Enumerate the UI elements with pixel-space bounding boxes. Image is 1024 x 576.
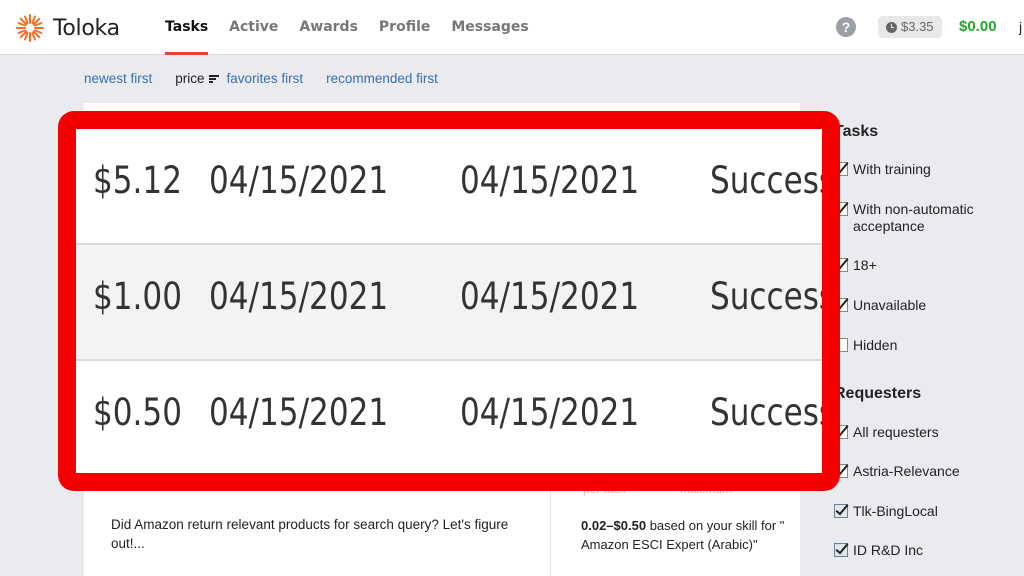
toloka-sun-icon bbox=[16, 14, 44, 42]
sort-price-link[interactable]: price bbox=[175, 71, 219, 86]
filter-with-training[interactable]: With training bbox=[834, 161, 931, 178]
pending-balance-value: $3.35 bbox=[901, 19, 934, 34]
account-balance[interactable]: $0.00 bbox=[959, 18, 997, 35]
payment-date-created: 04/15/2021 bbox=[209, 275, 389, 318]
user-menu[interactable]: j bbox=[1019, 19, 1022, 35]
filter-requester-astria[interactable]: Astria-Relevance bbox=[834, 463, 960, 480]
sort-recommended-link[interactable]: recommended first bbox=[326, 71, 438, 86]
payment-amount: $5.12 bbox=[93, 159, 182, 202]
tasks-filter-heading: Tasks bbox=[834, 123, 879, 140]
filter-requester-tlk-binglocal[interactable]: Tlk-BingLocal bbox=[834, 503, 938, 520]
nav-tab-tasks[interactable]: Tasks bbox=[165, 0, 209, 55]
top-bar: Toloka Tasks Active Awards Profile Messa… bbox=[0, 0, 1024, 55]
payment-status: Success bbox=[710, 159, 836, 202]
filter-requester-id-rd[interactable]: ID R&D Inc bbox=[834, 542, 923, 559]
task-pay-range: 0.02–$0.50 bbox=[581, 518, 647, 533]
payments-highlight-box: $5.12 04/15/2021 04/15/2021 Success $1.0… bbox=[58, 111, 840, 491]
filter-label: Astria-Relevance bbox=[853, 463, 960, 479]
payment-date-created: 04/15/2021 bbox=[209, 159, 389, 202]
payment-status: Success bbox=[710, 391, 836, 434]
filter-all-requesters[interactable]: All requesters bbox=[834, 424, 939, 441]
payment-date-completed: 04/15/2021 bbox=[460, 391, 640, 434]
filter-unavailable[interactable]: Unavailable bbox=[834, 297, 926, 314]
filter-label: With non-automatic acceptance bbox=[853, 201, 974, 234]
checkbox[interactable] bbox=[834, 543, 848, 557]
filter-label: ID R&D Inc bbox=[853, 542, 924, 558]
filter-label: With training bbox=[853, 161, 931, 177]
nav-tab-active[interactable]: Active bbox=[229, 0, 278, 55]
payment-row: $0.50 04/15/2021 04/15/2021 Success bbox=[76, 361, 822, 473]
task-description: Did Amazon return relevant products for … bbox=[111, 517, 509, 551]
nav-tab-profile[interactable]: Profile bbox=[379, 0, 430, 55]
help-icon[interactable]: ? bbox=[836, 17, 856, 37]
app-logo[interactable]: Toloka bbox=[14, 12, 120, 44]
payment-row: $5.12 04/15/2021 04/15/2021 Success bbox=[76, 129, 822, 245]
requesters-filter-heading: Requesters bbox=[834, 385, 922, 402]
payment-amount: $1.00 bbox=[93, 275, 182, 318]
sort-price-label: price bbox=[175, 71, 205, 86]
payment-row: $1.00 04/15/2021 04/15/2021 Success bbox=[76, 245, 822, 361]
filter-label: Unavailable bbox=[853, 297, 927, 313]
sort-newest-link[interactable]: newest first bbox=[84, 71, 152, 86]
sort-options: newest first price favorites first recom… bbox=[84, 71, 461, 86]
filter-hidden[interactable]: Hidden bbox=[834, 337, 897, 354]
nav-tab-awards[interactable]: Awards bbox=[299, 0, 357, 55]
payment-status: Success bbox=[710, 275, 836, 318]
filter-label: Tlk-BingLocal bbox=[853, 503, 938, 519]
clock-icon bbox=[886, 21, 897, 33]
filter-label: 18+ bbox=[853, 257, 877, 273]
payment-date-created: 04/15/2021 bbox=[209, 391, 389, 434]
payment-date-completed: 04/15/2021 bbox=[460, 275, 640, 318]
filter-label: Hidden bbox=[853, 337, 898, 353]
app-name: Toloka bbox=[53, 15, 120, 41]
pending-balance-badge[interactable]: $3.35 bbox=[878, 16, 942, 38]
payment-amount: $0.50 bbox=[93, 391, 182, 434]
nav-tab-messages[interactable]: Messages bbox=[451, 0, 528, 55]
task-pay-info: 0.02–$0.50 based on your skill for " Ama… bbox=[581, 516, 791, 554]
checkbox[interactable] bbox=[834, 504, 848, 518]
payment-date-completed: 04/15/2021 bbox=[460, 159, 640, 202]
filter-non-automatic-acceptance[interactable]: With non-automatic acceptance bbox=[834, 201, 1014, 235]
sort-favorites-link[interactable]: favorites first bbox=[227, 71, 304, 86]
sort-descending-icon bbox=[208, 74, 219, 84]
filter-label: All requesters bbox=[853, 424, 939, 440]
main-nav: Tasks Active Awards Profile Messages bbox=[165, 0, 550, 55]
filter-18-plus[interactable]: 18+ bbox=[834, 257, 877, 274]
